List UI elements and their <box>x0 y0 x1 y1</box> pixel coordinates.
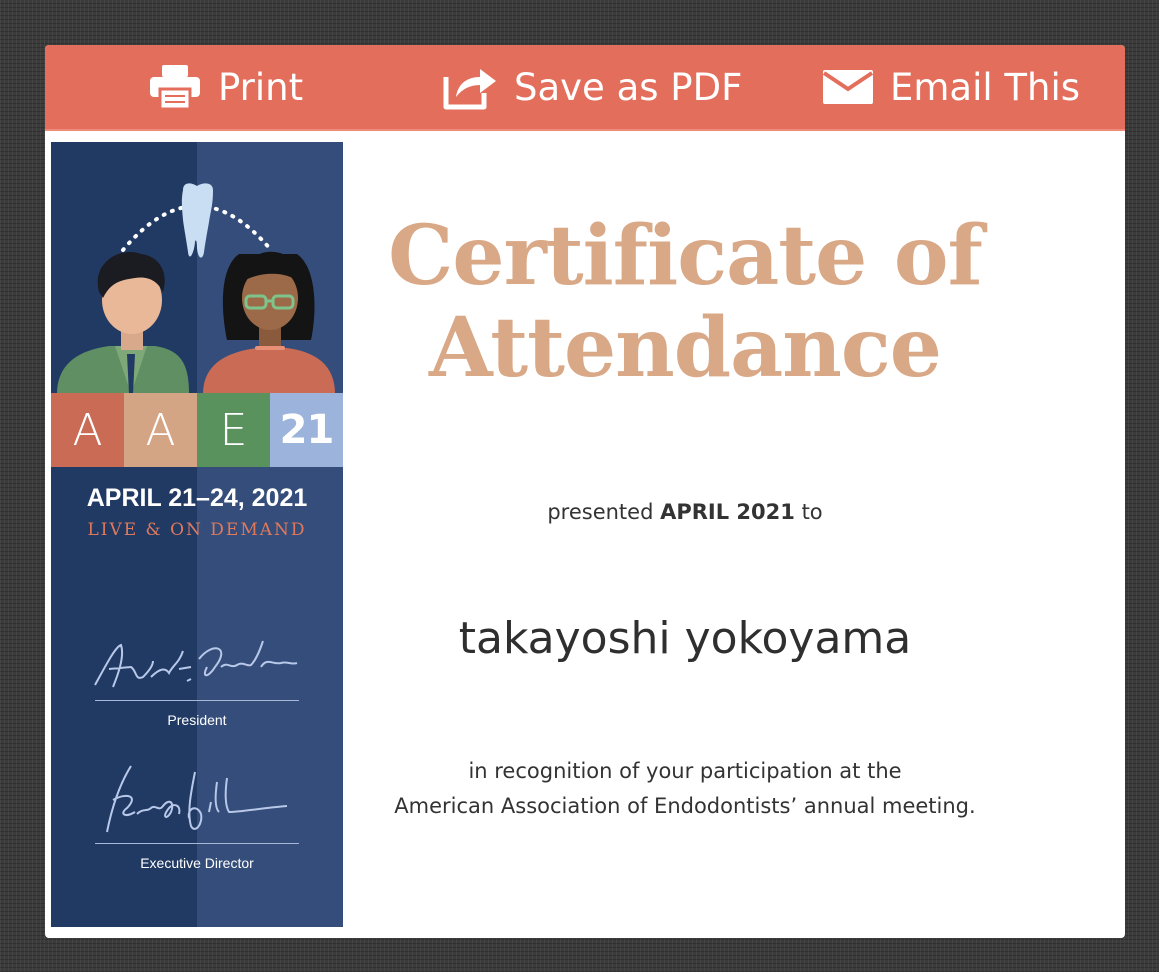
recognition-line-2: American Association of Endodontists’ an… <box>394 794 976 818</box>
print-button[interactable]: Print <box>148 45 303 129</box>
recipient-name: takayoshi yokoyama <box>458 613 912 664</box>
presented-line: presented APRIL 2021 to <box>385 500 985 524</box>
event-format: LIVE & ON DEMAND <box>87 520 307 540</box>
title-line-1: Certificate of <box>388 208 983 304</box>
envelope-icon <box>822 70 874 104</box>
print-label: Print <box>218 65 304 109</box>
logo-letter: E <box>197 393 270 467</box>
presented-prefix: presented <box>547 500 654 524</box>
tooth-icon <box>181 183 213 258</box>
signature-line <box>95 700 299 701</box>
save-as-pdf-button[interactable]: Save as PDF <box>442 45 742 129</box>
president-label: President <box>167 712 227 728</box>
printer-icon <box>150 65 200 111</box>
presented-date: APRIL 2021 <box>660 500 795 524</box>
signature-line <box>95 843 299 844</box>
certificate-card: Print Save as PDF Email This A A E 21 AP… <box>45 45 1125 938</box>
attendees-illustration <box>57 183 335 394</box>
recognition-line-1: in recognition of your participation at … <box>468 759 902 783</box>
aae21-logo: A A E 21 <box>51 393 343 467</box>
executive-director-label: Executive Director <box>140 855 254 871</box>
save-as-pdf-label: Save as PDF <box>514 65 743 109</box>
toolbar: Print Save as PDF Email This <box>45 45 1125 131</box>
recognition-text: in recognition of your participation at … <box>345 754 1025 824</box>
certificate-title: Certificate of Attendance <box>385 210 985 394</box>
event-banner: A A E 21 APRIL 21–24, 2021 LIVE & ON DEM… <box>51 142 343 927</box>
presented-suffix: to <box>801 500 823 524</box>
executive-director-signature <box>106 765 288 833</box>
logo-year: 21 <box>270 393 343 467</box>
share-icon <box>443 69 496 110</box>
email-this-button[interactable]: Email This <box>822 45 1080 129</box>
president-signature <box>94 640 298 688</box>
logo-letter: A <box>51 393 124 467</box>
title-line-2: Attendance <box>429 300 942 396</box>
logo-letter: A <box>124 393 197 467</box>
email-this-label: Email This <box>890 65 1081 109</box>
event-dates: APRIL 21–24, 2021 <box>86 484 308 512</box>
